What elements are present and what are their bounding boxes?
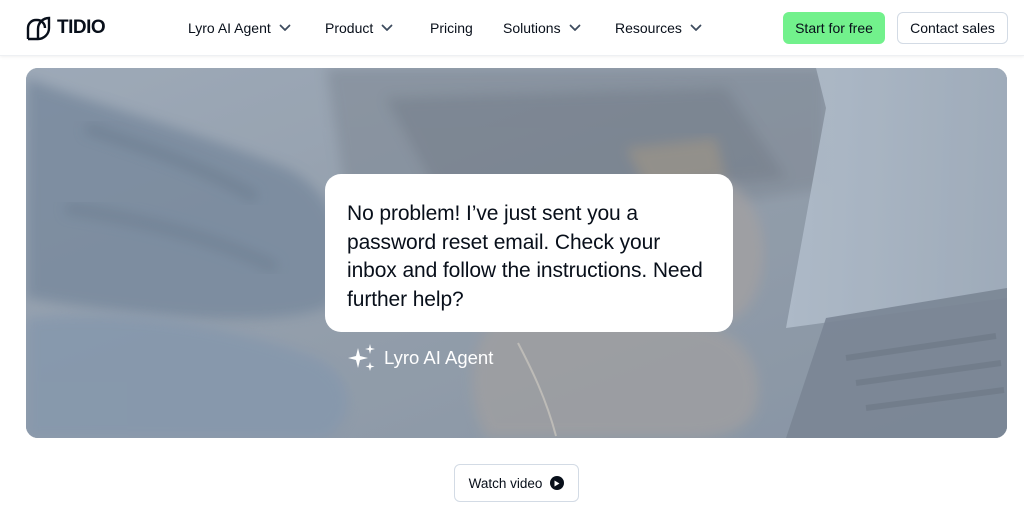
nav-resources[interactable]: Resources bbox=[615, 0, 702, 56]
tidio-logo[interactable]: TIDIO bbox=[25, 14, 106, 42]
agent-name: Lyro AI Agent bbox=[384, 347, 494, 368]
chevron-down-icon bbox=[381, 24, 393, 32]
chat-message-text: No problem! I’ve just sent you a passwor… bbox=[347, 202, 703, 311]
logo-text: TIDIO bbox=[57, 17, 106, 38]
sparkles-icon bbox=[348, 344, 375, 371]
nav-product-label: Product bbox=[325, 20, 374, 36]
nav-lyro-ai-agent-label: Lyro AI Agent bbox=[188, 20, 271, 36]
start-for-free-button[interactable]: Start for free bbox=[783, 12, 885, 44]
nav-product[interactable]: Product bbox=[325, 0, 393, 56]
contact-sales-button[interactable]: Contact sales bbox=[897, 12, 1008, 44]
chevron-down-icon bbox=[690, 24, 702, 32]
nav-pricing[interactable]: Pricing bbox=[430, 0, 473, 56]
site-header: TIDIO Lyro AI Agent Product Pricing Solu… bbox=[0, 0, 1024, 56]
chat-message-bubble: No problem! I’ve just sent you a passwor… bbox=[325, 174, 733, 332]
play-icon bbox=[550, 476, 565, 490]
watch-video-button[interactable]: Watch video bbox=[454, 464, 579, 502]
tidio-logo-icon bbox=[26, 16, 51, 41]
hero-video[interactable]: No problem! I’ve just sent you a passwor… bbox=[26, 68, 1007, 438]
nav-solutions-label: Solutions bbox=[503, 20, 561, 36]
chevron-down-icon bbox=[279, 24, 291, 32]
nav-lyro-ai-agent[interactable]: Lyro AI Agent bbox=[188, 0, 291, 56]
watch-video-label: Watch video bbox=[468, 475, 543, 491]
nav-resources-label: Resources bbox=[615, 20, 682, 36]
nav-pricing-label: Pricing bbox=[430, 20, 473, 36]
nav-solutions[interactable]: Solutions bbox=[503, 0, 581, 56]
chevron-down-icon bbox=[569, 24, 581, 32]
agent-label: Lyro AI Agent bbox=[347, 343, 493, 373]
